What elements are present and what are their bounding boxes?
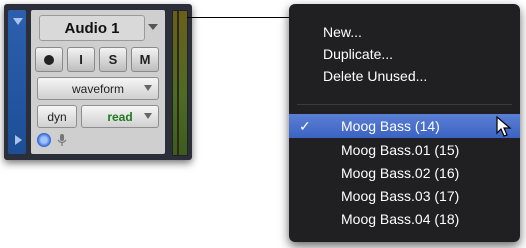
- voice-icon[interactable]: [37, 133, 51, 147]
- playlist-item-moog-bass-02[interactable]: Moog Bass.02 (16): [289, 161, 520, 185]
- playlist-item-moog-bass-01[interactable]: Moog Bass.01 (15): [289, 138, 520, 162]
- playlist-label: Moog Bass.03 (17): [341, 188, 460, 204]
- record-icon: [44, 54, 54, 65]
- playlist-selector-arrow-icon[interactable]: [148, 24, 158, 30]
- solo-button[interactable]: S: [99, 47, 127, 72]
- automation-mode-selector[interactable]: read: [81, 105, 159, 128]
- automation-dyn-button[interactable]: dyn: [37, 105, 77, 128]
- playlist-label: Moog Bass.04 (18): [341, 211, 460, 227]
- mute-label: M: [139, 52, 151, 67]
- disclosure-triangle-icon[interactable]: [13, 18, 23, 25]
- track-controls: Audio 1 I S M waveform dyn read: [31, 10, 165, 154]
- track-name-field[interactable]: Audio 1: [39, 15, 145, 41]
- level-meter: [172, 10, 188, 156]
- callout-line: [187, 17, 290, 18]
- track-panel: Audio 1 I S M waveform dyn read: [4, 4, 192, 160]
- checkmark-icon: ✓: [299, 117, 311, 134]
- mic-icon: [57, 134, 67, 146]
- menu-item-label: Delete Unused...: [323, 68, 428, 84]
- playlist-item-moog-bass-04[interactable]: Moog Bass.04 (18): [289, 207, 520, 231]
- chevron-down-icon: [144, 85, 152, 91]
- mute-button[interactable]: M: [131, 47, 159, 72]
- playlist-popup-menu: New... Duplicate... Delete Unused... ✓ M…: [289, 4, 520, 242]
- track-name-label: Audio 1: [64, 19, 120, 37]
- playlist-item-moog-bass[interactable]: ✓ Moog Bass (14): [289, 114, 520, 138]
- playlist-item-moog-bass-03[interactable]: Moog Bass.03 (17): [289, 184, 520, 208]
- meter-divider: [177, 11, 179, 155]
- menu-item-label: New...: [323, 24, 362, 40]
- menu-item-new[interactable]: New...: [289, 20, 520, 44]
- playlist-label: Moog Bass.02 (16): [341, 165, 460, 181]
- track-view-selector[interactable]: waveform: [37, 77, 159, 100]
- menu-item-delete-unused[interactable]: Delete Unused...: [289, 64, 520, 88]
- automation-mode-label: read: [107, 109, 133, 124]
- expand-triangle-icon[interactable]: [15, 135, 22, 145]
- automation-dyn-label: dyn: [47, 109, 67, 124]
- solo-label: S: [108, 52, 118, 67]
- input-monitor-label: I: [79, 52, 83, 67]
- menu-item-label: Duplicate...: [323, 46, 394, 62]
- track-color-strip: [8, 10, 26, 154]
- arrow-cursor-icon: [496, 116, 512, 137]
- input-monitor-button[interactable]: I: [67, 47, 95, 72]
- menu-separator: [297, 104, 512, 105]
- record-enable-button[interactable]: [35, 47, 63, 72]
- playlist-label: Moog Bass (14): [341, 118, 440, 134]
- track-view-label: waveform: [71, 81, 124, 96]
- menu-item-duplicate[interactable]: Duplicate...: [289, 42, 520, 66]
- playlist-label: Moog Bass.01 (15): [341, 142, 460, 158]
- chevron-down-icon: [144, 113, 152, 119]
